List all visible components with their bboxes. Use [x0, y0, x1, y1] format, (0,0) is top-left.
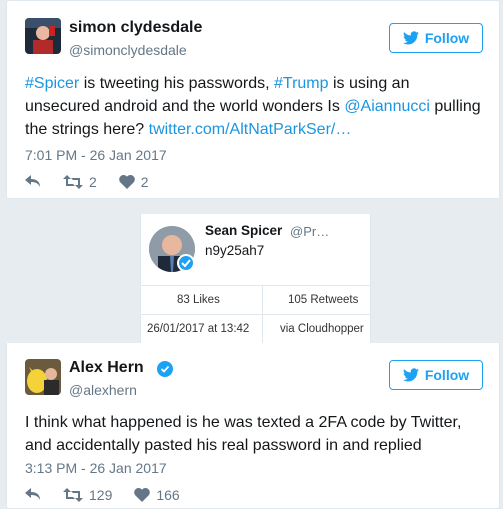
- retweet-button[interactable]: 129: [63, 487, 112, 503]
- action-bar: 2 2: [25, 174, 171, 190]
- text-segment: is tweeting his passwords,: [79, 75, 274, 92]
- divider: [141, 285, 370, 286]
- mention-link[interactable]: @Aiannucci: [344, 98, 430, 115]
- heart-icon: [134, 488, 151, 502]
- tweet-text: #Spicer is tweeting his passwords, #Trum…: [25, 72, 490, 141]
- embed-tweet-text: n9y25ah7: [205, 243, 265, 258]
- like-button[interactable]: 2: [119, 174, 149, 190]
- author-name[interactable]: Alex Hern: [69, 359, 144, 377]
- embed-retweets: 105 Retweets: [288, 294, 359, 306]
- hashtag-link[interactable]: #Spicer: [25, 75, 79, 92]
- heart-icon: [119, 175, 135, 189]
- author-name[interactable]: simon clydesdale: [69, 19, 202, 37]
- retweet-icon: [63, 488, 83, 502]
- twitter-bird-icon: [402, 31, 419, 45]
- avatar[interactable]: [25, 359, 61, 395]
- follow-label: Follow: [424, 30, 470, 46]
- follow-button[interactable]: Follow: [389, 23, 483, 53]
- reply-button[interactable]: [25, 175, 41, 189]
- verified-badge-icon: [177, 254, 195, 272]
- reply-icon: [25, 175, 40, 187]
- action-bar: 129 166: [25, 487, 202, 503]
- like-count: 166: [156, 487, 180, 503]
- embed-author-handle: @Pr…: [290, 224, 330, 239]
- text-segment: and accidentally pasted his real passwor…: [25, 437, 422, 454]
- text-segment: I think what happened is he was texted a…: [25, 414, 462, 431]
- follow-label: Follow: [424, 367, 470, 383]
- embed-via: via Cloudhopper: [280, 323, 364, 335]
- retweet-button[interactable]: 2: [63, 174, 97, 190]
- verified-badge-icon: [157, 361, 173, 377]
- url-link[interactable]: twitter.com/AltNatParkSer/…: [149, 121, 352, 138]
- hashtag-link[interactable]: #Trump: [274, 75, 329, 92]
- text-segment: the strings here?: [25, 121, 149, 138]
- embed-likes: 83 Likes: [177, 294, 220, 306]
- text-segment: is using an: [328, 75, 410, 92]
- text-segment: pulling: [429, 98, 481, 115]
- tweet-card-2: Alex Hern @alexhern Follow I think what …: [6, 343, 500, 509]
- avatar[interactable]: [25, 18, 61, 54]
- retweet-count: 2: [89, 174, 97, 190]
- reply-icon: [25, 488, 40, 500]
- tweet-card-1: simon clydesdale @simonclydesdale Follow…: [6, 0, 500, 199]
- retweet-count: 129: [89, 487, 113, 503]
- text-segment: unsecured android and the world wonders …: [25, 98, 345, 115]
- author-handle[interactable]: @alexhern: [69, 382, 137, 398]
- embedded-tweet-image[interactable]: Sean Spicer @Pr… n9y25ah7 83 Likes 105 R…: [140, 214, 371, 344]
- like-count: 2: [140, 174, 149, 190]
- timestamp[interactable]: 7:01 PM - 26 Jan 2017: [25, 147, 167, 163]
- follow-button[interactable]: Follow: [389, 360, 483, 390]
- divider: [141, 314, 370, 315]
- embed-author-name: Sean Spicer: [205, 223, 283, 238]
- reply-button[interactable]: [25, 488, 41, 502]
- retweet-icon: [63, 175, 83, 189]
- tweet-text: I think what happened is he was texted a…: [25, 411, 495, 457]
- author-handle[interactable]: @simonclydesdale: [69, 42, 187, 58]
- like-button[interactable]: 166: [134, 487, 180, 503]
- embed-date: 26/01/2017 at 13:42: [147, 323, 250, 335]
- timestamp[interactable]: 3:13 PM - 26 Jan 2017: [25, 460, 167, 476]
- twitter-bird-icon: [402, 368, 419, 382]
